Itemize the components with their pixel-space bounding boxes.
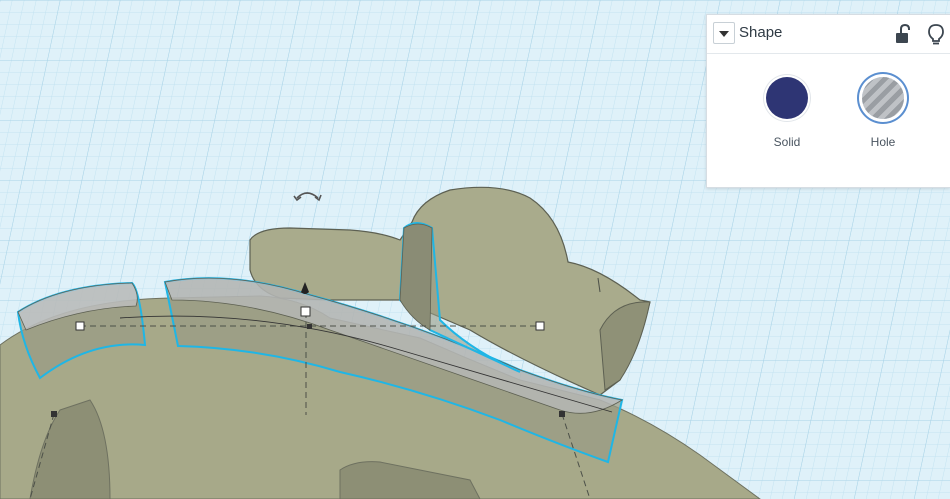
panel-title: Shape: [739, 24, 783, 41]
solid-option[interactable]: Solid: [757, 77, 817, 157]
center-handle[interactable]: [307, 324, 312, 329]
solid-label: Solid: [773, 135, 801, 149]
unlock-icon: [896, 23, 910, 43]
hole-label: Hole: [870, 135, 896, 149]
corner-handle-bottom-right[interactable]: [559, 411, 565, 417]
resize-handle-top[interactable]: [300, 306, 311, 317]
hole-option[interactable]: Hole: [853, 77, 913, 157]
shape-inspector-panel: Shape Solid Hole: [706, 14, 950, 188]
lock-toggle-button[interactable]: [893, 23, 913, 45]
corner-handle-bottom-left[interactable]: [51, 411, 57, 417]
hint-button[interactable]: [925, 22, 947, 46]
collapse-panel-button[interactable]: [713, 22, 735, 44]
resize-handle-right[interactable]: [535, 321, 545, 331]
resize-handle-left[interactable]: [75, 321, 85, 331]
hole-pattern-swatch[interactable]: [862, 77, 904, 119]
chevron-down-icon: [719, 31, 729, 37]
lightbulb-icon: [928, 24, 944, 45]
solid-color-swatch[interactable]: [766, 77, 808, 119]
shape-panel-header: Shape: [707, 15, 950, 54]
